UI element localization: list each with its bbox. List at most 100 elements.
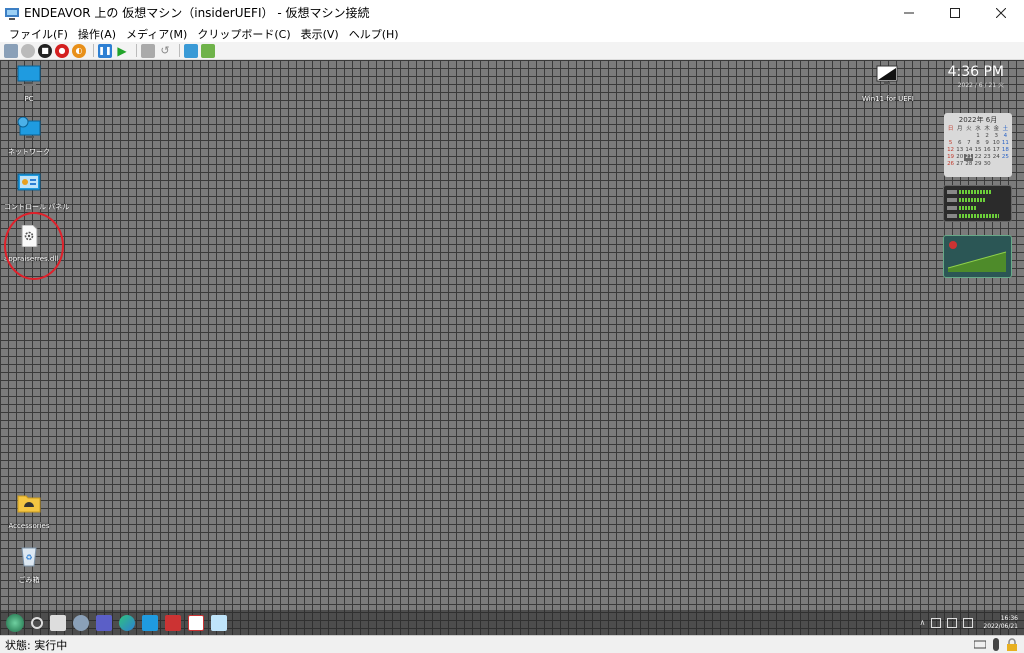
status-text: 状態: 実行中: [5, 638, 68, 652]
volume-icon[interactable]: [963, 617, 974, 628]
resume-button[interactable]: ▶: [115, 44, 129, 58]
chevron-up-icon[interactable]: ∧: [920, 618, 926, 627]
calendar-day[interactable]: 8: [973, 140, 982, 147]
calendar-day[interactable]: 30: [983, 161, 992, 168]
calendar-day[interactable]: 19: [946, 154, 955, 161]
menu-media[interactable]: メディア(M): [121, 26, 192, 42]
desktop-icon-label: ごみ箱: [18, 576, 40, 584]
folder-icon: [17, 495, 41, 513]
network-meter-graph: [947, 241, 1007, 272]
calendar-day[interactable]: 14: [964, 147, 973, 154]
desktop-icon-accessories[interactable]: Accessories: [4, 492, 54, 530]
desktop-icon-network[interactable]: ネットワーク: [4, 116, 54, 157]
teams-icon[interactable]: [96, 614, 112, 631]
checkpoint-button[interactable]: [141, 43, 155, 58]
guest-taskbar: ∧ 16:36 2022/06/21: [0, 610, 1024, 635]
calendar-weekday: 月: [956, 126, 963, 132]
calendar-day[interactable]: 22: [973, 154, 982, 161]
app-icon-doc[interactable]: [188, 614, 204, 631]
calendar-day: [964, 133, 973, 140]
calendar-day[interactable]: 29: [973, 161, 982, 168]
calendar-day[interactable]: 9: [983, 140, 992, 147]
desktop-icon-label: ネットワーク: [8, 148, 50, 156]
network-meter-gadget: [943, 235, 1012, 278]
menu-help[interactable]: ヘルプ(H): [344, 26, 404, 42]
app-icon-red[interactable]: [165, 614, 181, 631]
guest-desktop[interactable]: PC ネットワーク コントロール パネル appraiserres.dll Ac…: [0, 60, 1024, 635]
menu-clipboard[interactable]: クリップボード(C): [192, 26, 295, 42]
title-bar[interactable]: ENDEAVOR 上の 仮想マシン（insiderUEFI） - 仮想マシン接続: [0, 0, 1024, 25]
calendar-grid: 日月火水木金土 1 2 3 4 5 6 7 8 9 10 11 12 13 14 15 16 17 18 19 20 21…: [946, 126, 1010, 168]
keyboard-status-icon: [974, 640, 986, 649]
calendar-day[interactable]: 20: [955, 154, 964, 161]
turn-off-button[interactable]: ■: [38, 43, 52, 58]
calendar-day[interactable]: 6: [955, 140, 964, 147]
menu-view[interactable]: 表示(V): [296, 26, 344, 42]
calendar-day[interactable]: 1: [973, 133, 982, 140]
calendar-day[interactable]: 17: [992, 147, 1001, 154]
revert-button[interactable]: ↺: [158, 44, 172, 58]
desktop-icon-label: Win11 for UEFI: [862, 95, 914, 103]
store-icon[interactable]: [142, 614, 158, 631]
calendar-day[interactable]: 5: [946, 140, 955, 147]
status-bar: 状態: 実行中: [0, 635, 1024, 653]
share-button[interactable]: [201, 43, 215, 58]
calendar-day[interactable]: 28: [964, 161, 973, 168]
pause-icon: ❚❚: [98, 46, 112, 55]
taskbar-clock[interactable]: 16:36 2022/06/21: [983, 615, 1018, 631]
desktop-icon-pc[interactable]: PC: [4, 65, 54, 103]
play-icon: ▶: [117, 43, 127, 58]
save-icon: ◐: [75, 46, 83, 55]
calendar-day[interactable]: 13: [955, 147, 964, 154]
task-view-icon[interactable]: [50, 614, 66, 631]
clock-gadget-date: 2022 / 6 / 21 火: [957, 82, 1004, 89]
minimize-button[interactable]: [886, 0, 932, 25]
clock-gadget-time: 4:36 PM: [947, 64, 1004, 80]
calendar-day[interactable]: 2: [983, 133, 992, 140]
calendar-day[interactable]: 18: [1001, 147, 1010, 154]
calendar-day[interactable]: 15: [973, 147, 982, 154]
recycle-bin-icon: ♻: [21, 547, 37, 567]
toolbar: ■ ● ◐ ❚❚ ▶ ↺: [0, 42, 1024, 60]
save-state-button[interactable]: ◐: [72, 43, 86, 58]
calendar-day[interactable]: 24: [992, 154, 1001, 161]
menu-action[interactable]: 操作(A): [73, 26, 121, 42]
lock-icon: [1007, 638, 1017, 651]
calendar-day[interactable]: 7: [964, 140, 973, 147]
app-icon-picture[interactable]: [211, 614, 227, 631]
menu-file[interactable]: ファイル(F): [4, 26, 73, 42]
search-icon[interactable]: [31, 616, 43, 629]
enhanced-session-button[interactable]: [184, 43, 198, 58]
edge-icon[interactable]: [119, 614, 135, 631]
calendar-day[interactable]: 3: [992, 133, 1001, 140]
calendar-day[interactable]: 26: [946, 161, 955, 168]
network-tray-icon[interactable]: [947, 617, 958, 628]
calendar-day[interactable]: 27: [955, 161, 964, 168]
ctrl-alt-del-button[interactable]: [4, 43, 18, 58]
start-orb-icon[interactable]: [6, 613, 24, 632]
calendar-gadget[interactable]: 2022年 6月 日月火水木金土 1 2 3 4 5 6 7 8 9 10 11 12 13 14 15 16 1…: [944, 113, 1012, 177]
control-panel-icon: [17, 173, 41, 191]
pause-button[interactable]: ❚❚: [98, 43, 112, 58]
desktop-icon-win11-uefi[interactable]: Win11 for UEFI: [862, 65, 914, 103]
calendar-day[interactable]: 10: [992, 140, 1001, 147]
desktop-icon-control-panel[interactable]: コントロール パネル: [4, 172, 69, 212]
calendar-day: [992, 161, 1001, 168]
pen-icon[interactable]: [931, 617, 942, 628]
desktop-icon-recycle-bin[interactable]: ♻ ごみ箱: [4, 545, 54, 585]
start-button[interactable]: [21, 43, 35, 58]
calendar-weekday: 水: [975, 126, 981, 132]
calendar-day[interactable]: 23: [983, 154, 992, 161]
calendar-day[interactable]: 16: [983, 147, 992, 154]
network-icon: [17, 116, 41, 138]
calendar-day[interactable]: 12: [946, 147, 955, 154]
close-button[interactable]: [978, 0, 1024, 25]
calendar-day[interactable]: 21: [964, 154, 974, 161]
calendar-day[interactable]: 11: [1001, 140, 1010, 147]
shut-down-button[interactable]: ●: [55, 43, 69, 58]
maximize-button[interactable]: [932, 0, 978, 25]
weather-icon[interactable]: [73, 614, 89, 631]
vm-connection-app-icon: [5, 7, 19, 20]
calendar-day[interactable]: 4: [1001, 133, 1010, 140]
calendar-day[interactable]: 25: [1001, 154, 1010, 161]
